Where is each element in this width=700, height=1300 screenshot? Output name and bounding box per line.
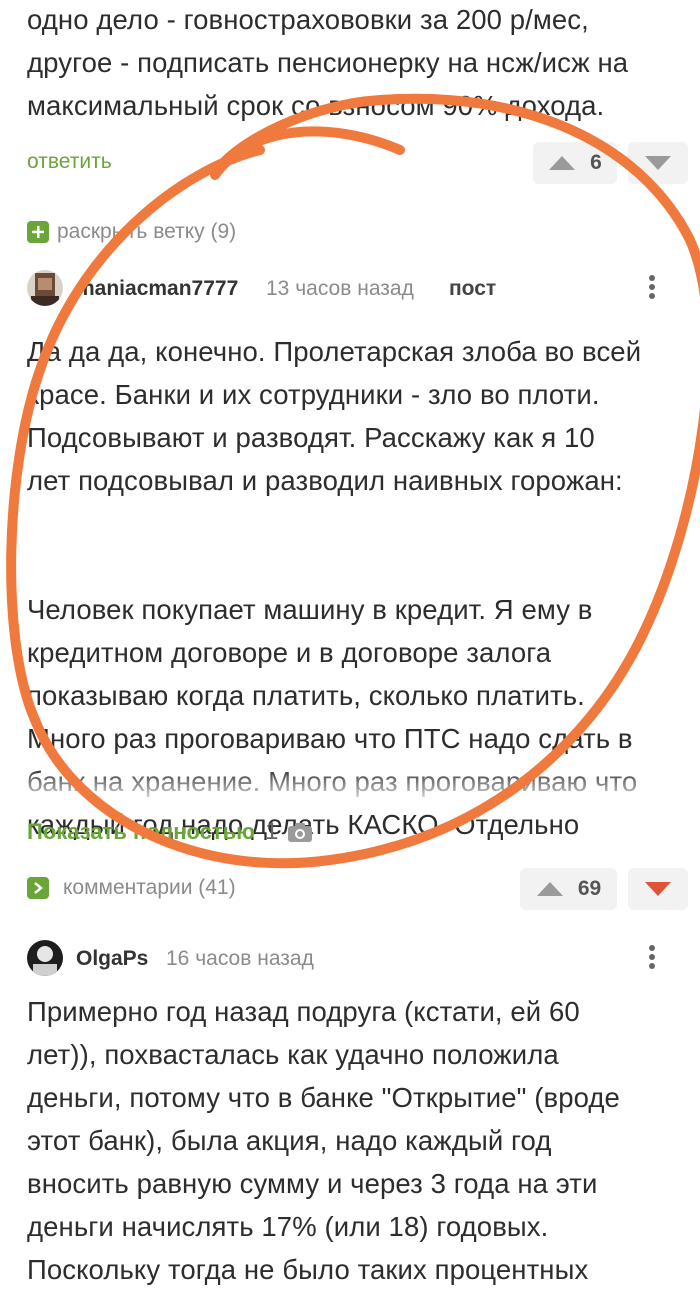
- text-line: Подсовывают и разводят. Расскажу как я 1…: [27, 422, 595, 453]
- expand-branch-link[interactable]: раскрыть ветку (9): [27, 220, 236, 244]
- camera-icon: [288, 823, 313, 842]
- plus-icon: [27, 221, 49, 243]
- arrow-down-icon: [645, 156, 671, 170]
- arrow-up-icon: [536, 882, 563, 896]
- upvote-button[interactable]: 6: [533, 142, 617, 184]
- arrow-down-icon: [645, 882, 671, 896]
- avatar[interactable]: [27, 270, 63, 306]
- text-line: этот банк), была акция, надо каждый год: [27, 1125, 552, 1156]
- text-line: деньги, потому что в банке "Открытие" (в…: [27, 1082, 620, 1113]
- downvote-button[interactable]: [628, 868, 688, 910]
- text-line: другое - подписать пенсионерку на нсж/ис…: [27, 47, 629, 78]
- text-line: Примерно год назад подруга (кстати, ей 6…: [27, 996, 580, 1027]
- comment-body: Примерно год назад подруга (кстати, ей 6…: [27, 990, 687, 1291]
- prev-comment-text: одно дело - говнострахововки за 200 р/ме…: [27, 0, 687, 127]
- text-line: Человек покупает машину в кредит. Я ему …: [27, 594, 593, 625]
- show-full-link[interactable]: Показать полностью 1: [27, 818, 313, 846]
- reply-link[interactable]: ответить: [27, 150, 112, 174]
- text-line: Да да да, конечно. Пролетарская злоба во…: [27, 336, 642, 367]
- comment-time[interactable]: 13 часов назад: [266, 277, 414, 301]
- text-line: показываю когда платить, сколько платить…: [27, 680, 585, 711]
- post-link[interactable]: пост: [449, 277, 496, 301]
- text-line: вносить равную сумму и через 3 года на э…: [27, 1168, 598, 1199]
- text-line: Поскольку тогда не было таких процентных: [27, 1254, 589, 1285]
- upvote-button[interactable]: 69: [520, 868, 617, 910]
- downvote-button[interactable]: [628, 142, 688, 184]
- text-line: Много раз проговариваю что ПТС надо сдат…: [27, 723, 633, 754]
- comment-time[interactable]: 16 часов назад: [166, 947, 314, 971]
- text-line: лет подсовывал и разводил наивных горожа…: [27, 465, 623, 496]
- text-line: красе. Банки и их сотрудники - зло во пл…: [27, 379, 600, 410]
- vote-count: 6: [590, 151, 602, 174]
- kebab-menu-icon[interactable]: [640, 272, 664, 302]
- text-fade: [0, 768, 700, 812]
- rating-count: 69: [577, 877, 602, 900]
- comment-author[interactable]: maniacman7777: [76, 277, 238, 301]
- comments-link[interactable]: комментарии (41): [27, 876, 236, 900]
- text-line: деньги начислять 17% (или 18) годовых.: [27, 1211, 549, 1242]
- expand-branch-label: раскрыть ветку (9): [57, 220, 237, 243]
- comments-label: комментарии (41): [63, 876, 236, 899]
- arrow-up-icon: [549, 156, 576, 170]
- comment-author[interactable]: OlgaPs: [76, 947, 148, 971]
- avatar-image: [27, 940, 63, 976]
- avatar[interactable]: [27, 940, 63, 976]
- text-line: кредитном договоре и в договоре залога: [27, 637, 552, 668]
- kebab-menu-icon[interactable]: [640, 942, 664, 972]
- show-full-label: Показать полностью: [27, 819, 255, 844]
- text-line: максимальный срок со взносом 90% дохода.: [27, 90, 605, 121]
- chevron-right-icon: [27, 877, 49, 899]
- avatar-image: [27, 270, 63, 306]
- text-line: лет)), похвасталась как удачно положила: [27, 1039, 559, 1070]
- photo-count: 1: [264, 818, 279, 845]
- text-line: одно дело - говнострахововки за 200 р/ме…: [27, 4, 589, 35]
